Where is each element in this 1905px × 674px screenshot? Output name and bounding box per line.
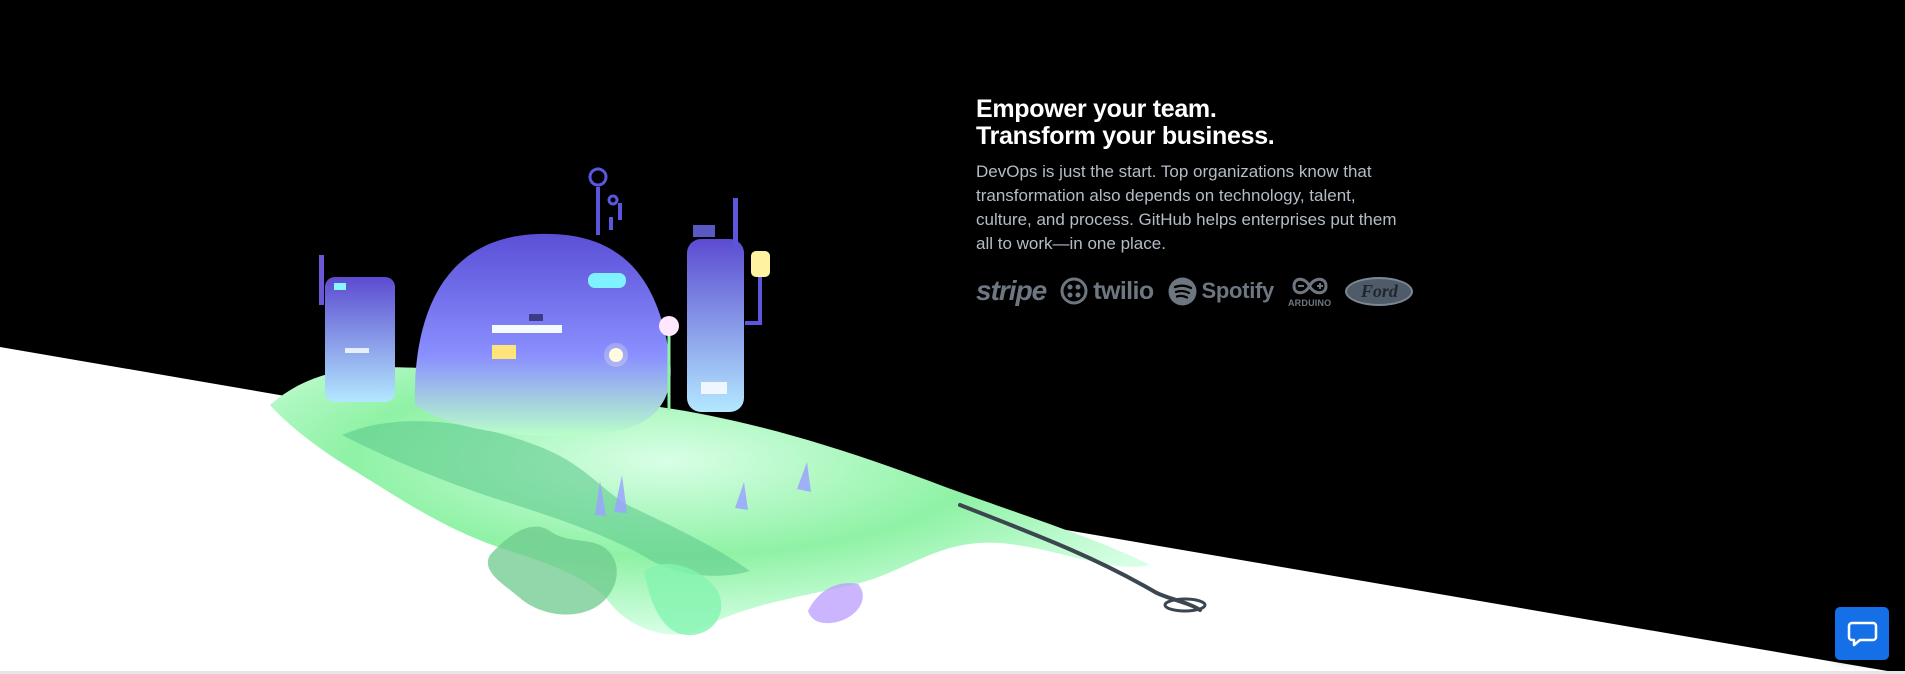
enterprise-copy: Empower your team. Transform your busine… [976, 96, 1416, 256]
enterprise-hero: Empower your team. Transform your busine… [0, 0, 1905, 674]
arduino-icon [1292, 277, 1328, 294]
twilio-logo: twilio [1060, 276, 1154, 306]
central-dome [414, 233, 671, 436]
stripe-logo: stripe [976, 275, 1047, 307]
ford-label: Ford [1360, 280, 1398, 301]
customer-logos: stripe twilio Spotify ARDUINO Ford [976, 271, 1416, 311]
stripe-label: stripe [976, 275, 1047, 306]
spotify-label: Spotify [1201, 278, 1275, 303]
twilio-icon [1060, 277, 1088, 305]
enterprise-headline: Empower your team. Transform your busine… [976, 96, 1416, 150]
arduino-logo: ARDUINO [1288, 275, 1331, 308]
spotify-logo: Spotify [1168, 277, 1274, 306]
chat-bubble-icon [1847, 621, 1877, 647]
spotify-icon [1168, 277, 1197, 305]
headline-line-2: Transform your business. [976, 122, 1275, 150]
headline-line-1: Empower your team. [976, 95, 1217, 123]
left-tower [325, 277, 395, 402]
chat-button[interactable] [1835, 607, 1889, 660]
arduino-label: ARDUINO [1287, 297, 1332, 308]
twilio-label: twilio [1093, 276, 1154, 305]
enterprise-description: DevOps is just the start. Top organizati… [976, 162, 1397, 253]
ford-logo: Ford [1345, 276, 1414, 306]
